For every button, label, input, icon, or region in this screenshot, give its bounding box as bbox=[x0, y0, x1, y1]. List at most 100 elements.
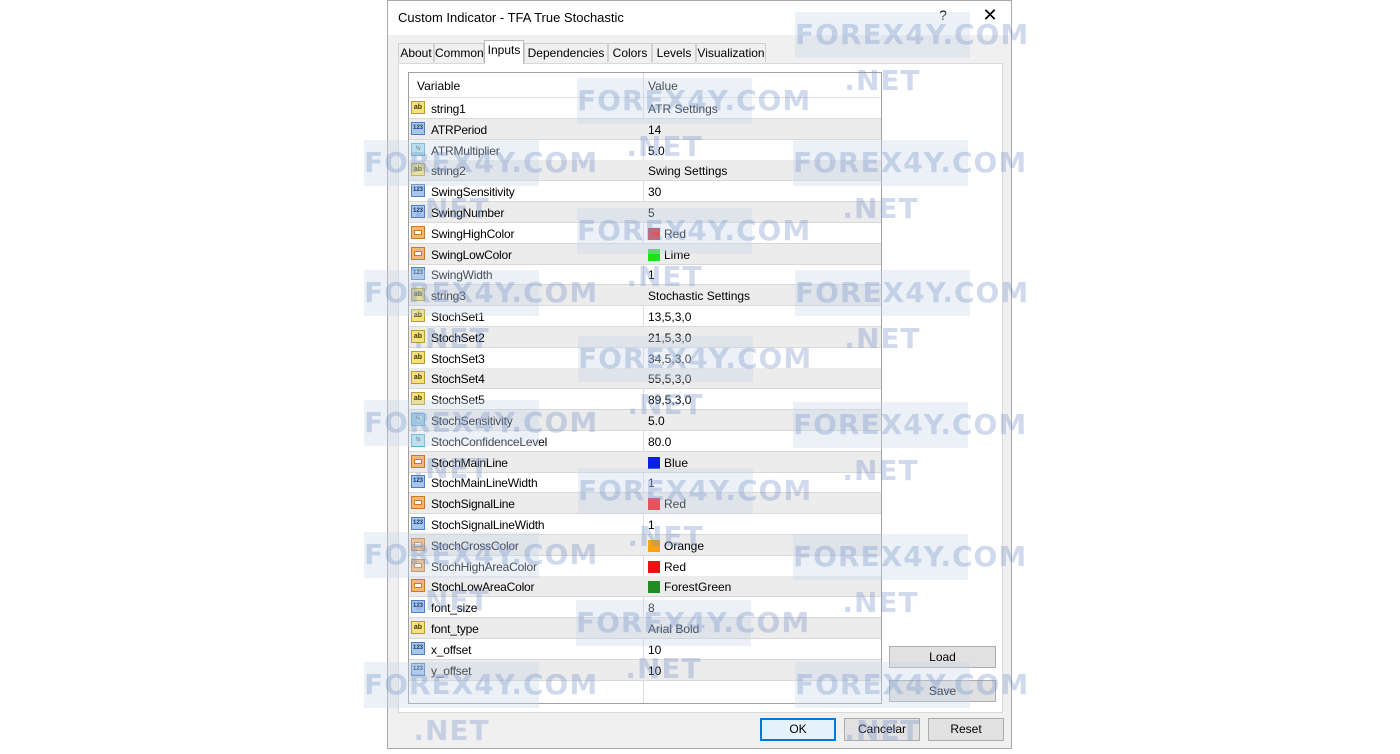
variable-value[interactable]: 8 bbox=[648, 601, 655, 615]
variable-name: SwingWidth bbox=[431, 268, 493, 283]
variable-value[interactable]: 55,5,3,0 bbox=[648, 372, 691, 386]
input-row[interactable]: 123 StochMainLineWidth 1 bbox=[409, 472, 881, 494]
column-header-variable[interactable]: Variable bbox=[417, 79, 460, 93]
variable-value[interactable]: 21,5,3,0 bbox=[648, 331, 691, 345]
input-row[interactable]: 123 font_size 8 bbox=[409, 597, 881, 619]
tab-visualization[interactable]: Visualization bbox=[696, 43, 766, 62]
input-row[interactable]: ab StochSet3 34,5,3,0 bbox=[409, 348, 881, 369]
input-row[interactable]: StochCrossColor Orange bbox=[409, 534, 881, 556]
variable-value[interactable]: Red bbox=[648, 497, 686, 511]
color-type-icon bbox=[411, 496, 425, 510]
variable-name: SwingHighColor bbox=[431, 226, 515, 241]
variable-name: StochHighAreaColor bbox=[431, 559, 537, 574]
input-row[interactable]: StochLowAreaColor ForestGreen bbox=[409, 576, 881, 598]
input-row[interactable]: ab StochSet2 21,5,3,0 bbox=[409, 326, 881, 348]
tab-levels[interactable]: Levels bbox=[652, 43, 696, 62]
variable-value[interactable]: ForestGreen bbox=[648, 580, 731, 594]
input-row[interactable]: ½ StochConfidenceLevel 80.0 bbox=[409, 431, 881, 452]
variable-value-text: 1 bbox=[648, 518, 655, 532]
variable-name: StochSet3 bbox=[431, 351, 485, 366]
ok-button[interactable]: OK bbox=[760, 718, 836, 741]
close-button[interactable]: ✕ bbox=[978, 5, 1002, 27]
input-row[interactable]: ab StochSet5 89,5,3,0 bbox=[409, 389, 881, 411]
variable-value[interactable]: Red bbox=[648, 227, 686, 241]
variable-value[interactable]: 30 bbox=[648, 185, 661, 199]
variable-value[interactable]: 10 bbox=[648, 664, 661, 678]
help-button[interactable]: ? bbox=[932, 7, 954, 27]
reset-button[interactable]: Reset bbox=[928, 718, 1004, 741]
variable-value[interactable]: 1 bbox=[648, 476, 655, 490]
variable-value-text: 55,5,3,0 bbox=[648, 372, 692, 387]
variable-name: StochConfidenceLevel bbox=[431, 434, 548, 449]
string-type-icon: ab bbox=[411, 329, 425, 343]
variable-value[interactable]: ATR Settings bbox=[648, 102, 718, 116]
variable-name: StochSet2 bbox=[431, 330, 485, 345]
input-row[interactable]: StochSignalLine Red bbox=[409, 493, 881, 515]
tab-inputs[interactable]: Inputs bbox=[484, 40, 524, 64]
variable-name: font_size bbox=[431, 601, 478, 616]
int-type-icon: 123 bbox=[411, 121, 425, 135]
variable-value[interactable]: 1 bbox=[648, 268, 655, 282]
tab-about[interactable]: About bbox=[398, 43, 434, 62]
input-row[interactable]: ab font_type Arial Bold bbox=[409, 618, 881, 639]
variable-value[interactable]: Blue bbox=[648, 456, 688, 470]
tab-colors[interactable]: Colors bbox=[608, 43, 652, 62]
input-row[interactable]: StochMainLine Blue bbox=[409, 451, 881, 473]
cancel-button[interactable]: Cancelar bbox=[844, 718, 920, 741]
color-type-icon bbox=[411, 537, 425, 551]
input-row[interactable]: 123 ATRPeriod 14 bbox=[409, 118, 881, 140]
variable-name: ATRMultiplier bbox=[431, 143, 500, 158]
color-type-icon bbox=[411, 454, 425, 468]
variable-value[interactable]: Orange bbox=[648, 539, 704, 553]
double-type-icon: ½ bbox=[411, 142, 425, 156]
variable-name: SwingSensitivity bbox=[431, 185, 515, 200]
string-type-icon: ab bbox=[411, 309, 425, 322]
input-row[interactable]: ab string3 Stochastic Settings bbox=[409, 285, 881, 307]
variable-value-text: Red bbox=[664, 226, 687, 241]
tab-dependencies[interactable]: Dependencies bbox=[524, 43, 608, 62]
input-row[interactable]: ab StochSet4 55,5,3,0 bbox=[409, 368, 881, 390]
tab-common[interactable]: Common bbox=[434, 43, 484, 62]
input-row[interactable]: SwingLowColor Lime bbox=[409, 243, 881, 265]
variable-value[interactable]: 80.0 bbox=[648, 435, 671, 449]
variable-value[interactable]: 5.0 bbox=[648, 414, 665, 428]
variable-value[interactable]: Red bbox=[648, 560, 686, 574]
variable-value[interactable]: Arial Bold bbox=[648, 622, 699, 636]
save-button[interactable]: Save bbox=[889, 680, 996, 702]
variable-value[interactable]: 34,5,3,0 bbox=[648, 352, 691, 366]
variable-value-text: Lime bbox=[664, 247, 691, 262]
variable-value[interactable]: 10 bbox=[648, 643, 661, 657]
input-row[interactable]: StochHighAreaColor Red bbox=[409, 556, 881, 577]
input-row[interactable]: 123 SwingSensitivity 30 bbox=[409, 181, 881, 203]
input-row[interactable]: ab StochSet1 13,5,3,0 bbox=[409, 306, 881, 327]
variable-value[interactable]: Swing Settings bbox=[648, 164, 727, 178]
variable-value[interactable]: 13,5,3,0 bbox=[648, 310, 691, 324]
input-row[interactable]: 123 y_offset 10 bbox=[409, 659, 881, 681]
input-row[interactable]: ½ StochSensitivity 5.0 bbox=[409, 410, 881, 431]
input-row[interactable]: 123 x_offset 10 bbox=[409, 639, 881, 660]
variable-value-text: 1 bbox=[648, 476, 655, 491]
variable-value[interactable]: 5 bbox=[648, 206, 655, 220]
variable-value-text: ForestGreen bbox=[664, 580, 732, 595]
variable-name: StochMainLine bbox=[431, 455, 508, 470]
input-row[interactable]: SwingHighColor Red bbox=[409, 223, 881, 244]
input-row[interactable]: 123 StochSignalLineWidth 1 bbox=[409, 514, 881, 535]
variable-value-text: 10 bbox=[648, 663, 662, 678]
input-row[interactable]: ½ ATRMultiplier 5.0 bbox=[409, 140, 881, 161]
variable-name: SwingLowColor bbox=[431, 247, 512, 262]
input-row[interactable]: ab string1 ATR Settings bbox=[409, 98, 881, 119]
variable-value[interactable]: Lime bbox=[648, 248, 690, 262]
variable-name: StochLowAreaColor bbox=[431, 580, 535, 595]
input-row[interactable]: ab string2 Swing Settings bbox=[409, 160, 881, 182]
input-row[interactable]: 123 SwingWidth 1 bbox=[409, 264, 881, 286]
variable-value[interactable]: 1 bbox=[648, 518, 655, 532]
column-header-value[interactable]: Value bbox=[648, 79, 678, 93]
input-row[interactable]: 123 SwingNumber 5 bbox=[409, 202, 881, 223]
variable-value[interactable]: Stochastic Settings bbox=[648, 289, 750, 303]
variable-value[interactable]: 89,5,3,0 bbox=[648, 393, 691, 407]
variable-value[interactable]: 14 bbox=[648, 123, 661, 137]
variable-value[interactable]: 5.0 bbox=[648, 144, 665, 158]
window-title: Custom Indicator - TFA True Stochastic bbox=[398, 10, 624, 25]
load-button[interactable]: Load bbox=[889, 646, 996, 668]
variable-value-text: 34,5,3,0 bbox=[648, 351, 692, 366]
